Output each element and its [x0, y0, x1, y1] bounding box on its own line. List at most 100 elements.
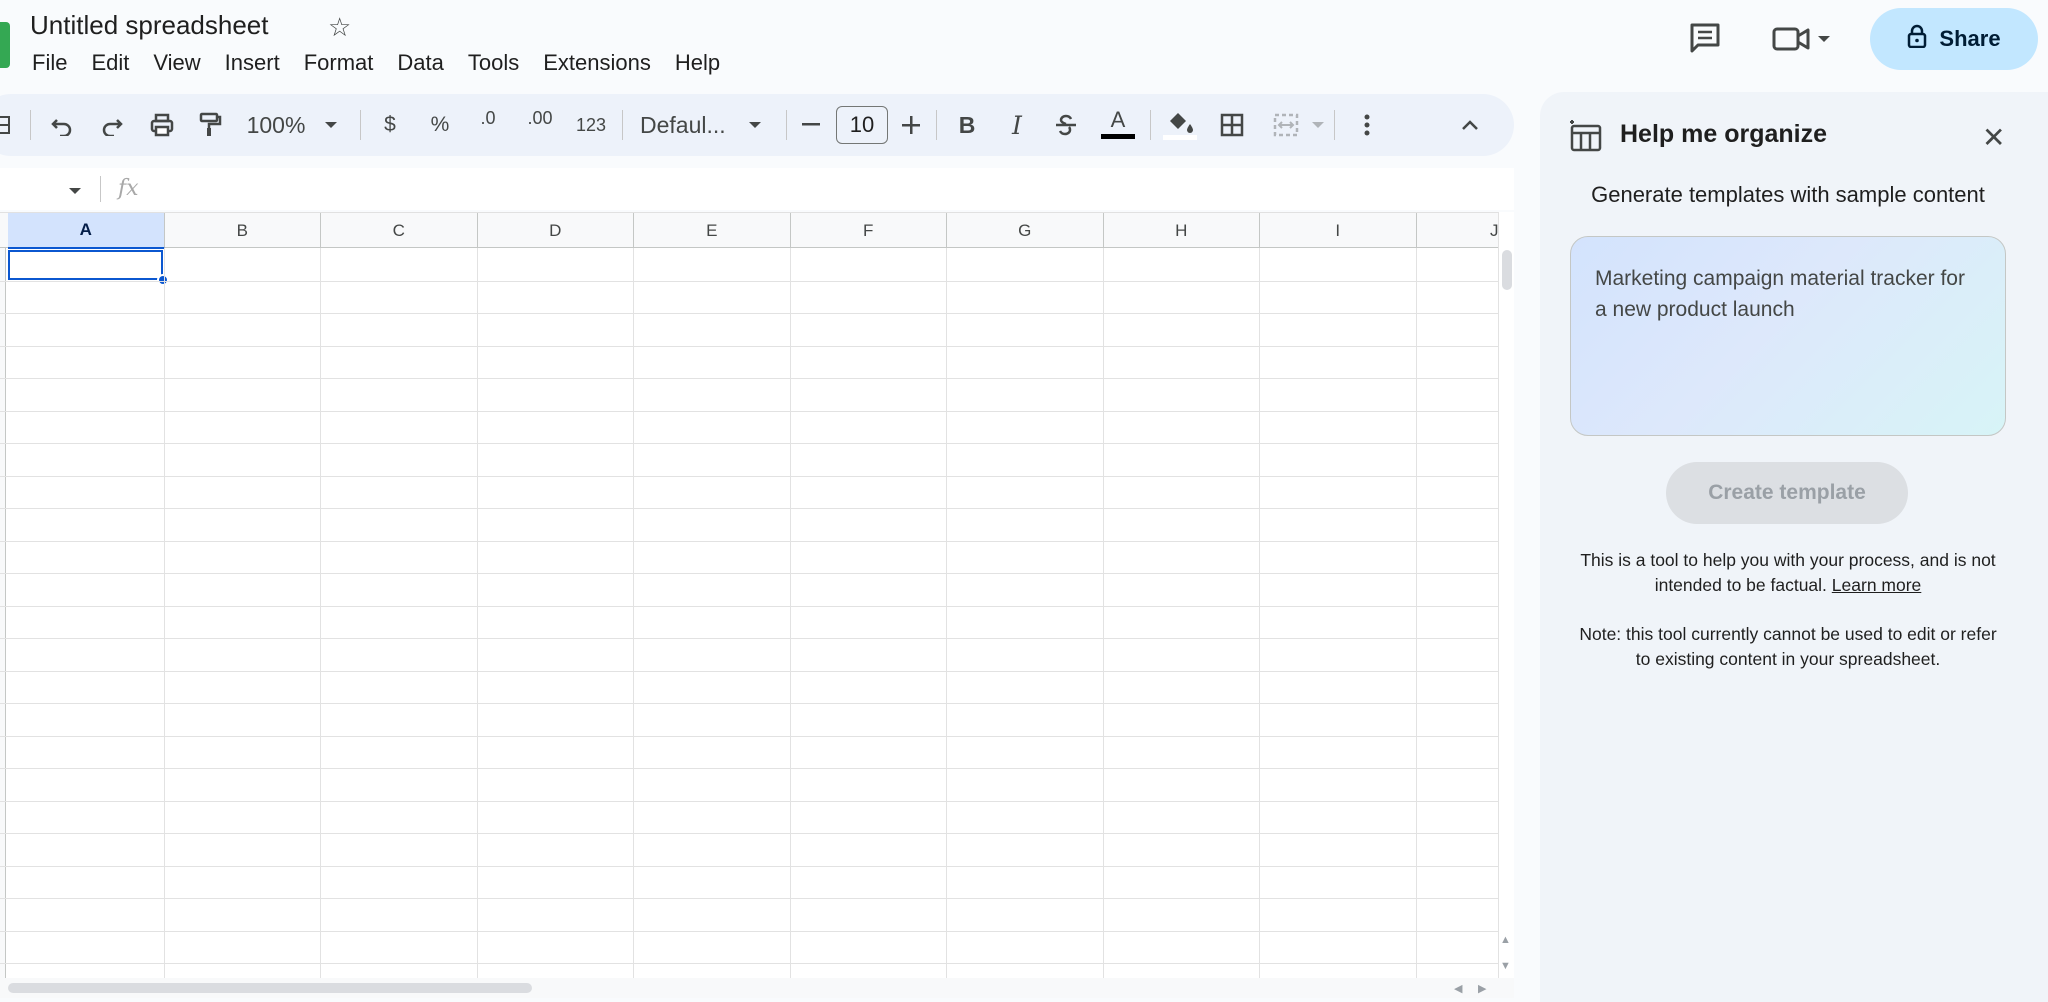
- chevron-down-icon[interactable]: [744, 94, 766, 156]
- menu-format[interactable]: Format: [304, 50, 374, 76]
- meet-icon[interactable]: [1772, 24, 1832, 59]
- menu-bar: File Edit View Insert Format Data Tools …: [32, 50, 744, 76]
- row-gridline: [0, 508, 1498, 509]
- row-gridline: [0, 378, 1498, 379]
- toolbar-divider: [1334, 110, 1335, 140]
- decrease-decimal-button[interactable]: .0: [470, 94, 506, 156]
- column-header-i[interactable]: I: [1260, 213, 1417, 249]
- row-gridline: [0, 931, 1498, 932]
- column-gridline: [1102, 248, 1104, 980]
- font-family-select[interactable]: Defaul...: [640, 94, 736, 156]
- column-header-b[interactable]: B: [165, 213, 321, 249]
- column-gridline: [946, 248, 947, 980]
- selected-cell[interactable]: [8, 250, 163, 280]
- merge-cells-icon[interactable]: [1266, 94, 1306, 156]
- strikethrough-icon[interactable]: [1050, 94, 1082, 156]
- bold-button[interactable]: B: [952, 94, 982, 156]
- horizontal-scroll-thumb[interactable]: [8, 983, 532, 993]
- collapse-toolbar-icon[interactable]: [1454, 94, 1486, 156]
- spreadsheet-grid[interactable]: ABCDEFGHIJ: [0, 212, 1498, 980]
- panel-title: Help me organize: [1620, 120, 1827, 148]
- currency-format-button[interactable]: $: [376, 94, 404, 156]
- menu-tools[interactable]: Tools: [468, 50, 519, 76]
- borders-icon[interactable]: [1214, 94, 1250, 156]
- redo-icon[interactable]: [94, 94, 130, 156]
- row-gridline: [0, 638, 1498, 639]
- menu-extensions[interactable]: Extensions: [543, 50, 651, 76]
- text-color-glyph: A: [1110, 107, 1126, 132]
- help-me-organize-panel: [1540, 92, 2048, 1002]
- menu-view[interactable]: View: [153, 50, 200, 76]
- column-header-f[interactable]: F: [791, 213, 947, 249]
- column-gridline: [476, 248, 478, 980]
- row-gridline: [0, 768, 1498, 769]
- disclaimer-text: This is a tool to help you with your pro…: [1570, 548, 2006, 598]
- toolbar-divider: [1150, 110, 1151, 140]
- share-button[interactable]: Share: [1870, 8, 2038, 70]
- chevron-down-icon[interactable]: [1308, 94, 1328, 156]
- column-header-g[interactable]: G: [947, 213, 1104, 249]
- paint-format-icon[interactable]: [192, 94, 228, 156]
- formula-bar: [0, 168, 1514, 210]
- vertical-scrollbar[interactable]: [1498, 212, 1514, 980]
- font-size-input[interactable]: 10: [836, 106, 888, 144]
- increase-font-size-icon[interactable]: [898, 94, 924, 156]
- scroll-down-icon[interactable]: ▼: [1500, 960, 1511, 972]
- row-gridline: [0, 476, 1498, 477]
- prompt-input[interactable]: Marketing campaign material tracker for …: [1570, 236, 2006, 436]
- learn-more-link[interactable]: Learn more: [1832, 575, 1922, 595]
- fill-color-icon[interactable]: [1162, 94, 1198, 156]
- decrease-font-size-icon[interactable]: [798, 94, 824, 156]
- scroll-left-icon[interactable]: ◀: [1454, 982, 1462, 995]
- close-icon[interactable]: ✕: [1982, 124, 2005, 152]
- more-options-icon[interactable]: [1352, 94, 1382, 156]
- column-gridline: [320, 248, 321, 980]
- increase-decimal-button[interactable]: .00: [522, 94, 558, 156]
- menu-data[interactable]: Data: [397, 50, 443, 76]
- column-header-h[interactable]: H: [1104, 213, 1260, 249]
- row-gridline: [0, 281, 1498, 282]
- scroll-right-icon[interactable]: ▶: [1478, 982, 1486, 995]
- chevron-down-icon[interactable]: [320, 94, 342, 156]
- text-color-button[interactable]: A: [1100, 94, 1136, 156]
- create-template-button[interactable]: Create template: [1666, 462, 1908, 524]
- italic-button[interactable]: I: [1002, 94, 1032, 156]
- sheets-logo-icon[interactable]: [0, 22, 10, 68]
- row-gridline: [0, 443, 1498, 444]
- toolbar-divider: [360, 110, 361, 140]
- decrease-decimal-label: .0: [480, 108, 496, 128]
- menu-edit[interactable]: Edit: [91, 50, 129, 76]
- column-header-a[interactable]: A: [8, 213, 165, 249]
- table-icon[interactable]: [0, 94, 16, 156]
- scroll-up-icon[interactable]: ▲: [1500, 934, 1511, 946]
- name-box-dropdown-icon[interactable]: [68, 182, 82, 200]
- column-header-c[interactable]: C: [321, 213, 478, 249]
- column-gridline: [633, 248, 634, 980]
- panel-subtitle: Generate templates with sample content: [1591, 182, 1985, 207]
- row-gridline: [0, 573, 1498, 574]
- row-gridline: [0, 963, 1498, 964]
- percent-format-button[interactable]: %: [426, 94, 454, 156]
- column-header-d[interactable]: D: [478, 213, 634, 249]
- document-title[interactable]: Untitled spreadsheet: [30, 10, 268, 41]
- column-header-j[interactable]: J: [1417, 213, 1498, 249]
- number-format-button[interactable]: 123: [572, 94, 610, 156]
- print-icon[interactable]: [144, 94, 180, 156]
- row-gridline: [0, 606, 1498, 607]
- comment-history-icon[interactable]: [1688, 22, 1722, 59]
- column-header-e[interactable]: E: [634, 213, 791, 249]
- row-gridline: [0, 346, 1498, 347]
- menu-help[interactable]: Help: [675, 50, 720, 76]
- fx-icon: fx: [118, 176, 139, 201]
- row-gridline: [0, 671, 1498, 672]
- vertical-scroll-thumb[interactable]: [1502, 250, 1512, 290]
- zoom-select[interactable]: 100%: [244, 94, 308, 156]
- menu-file[interactable]: File: [32, 50, 67, 76]
- star-icon[interactable]: ☆: [328, 12, 351, 43]
- row-gridline: [0, 411, 1498, 412]
- note-text: Note: this tool currently cannot be used…: [1579, 624, 1997, 669]
- menu-insert[interactable]: Insert: [225, 50, 280, 76]
- column-gridline: [163, 248, 165, 980]
- undo-icon[interactable]: [44, 94, 80, 156]
- toolbar-divider: [622, 110, 623, 140]
